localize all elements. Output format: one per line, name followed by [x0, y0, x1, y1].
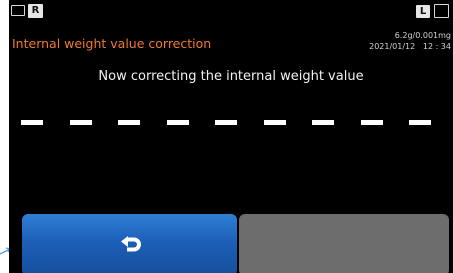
status-message: Now correcting the internal weight value: [98, 69, 364, 84]
return-arrow-icon: [121, 236, 141, 252]
value-dash: [118, 120, 140, 125]
value-dash: [312, 120, 334, 125]
disabled-button: [239, 214, 449, 273]
value-dash: [21, 120, 43, 125]
weight-value-placeholder: [21, 120, 431, 126]
capacity-readability: 6.2g/0.001mg: [394, 31, 451, 40]
r-status-badge: R: [28, 4, 43, 18]
header: R L Internal weight value correction 6.2…: [9, 0, 453, 58]
screen-icon-right: [434, 4, 449, 18]
value-dash: [360, 120, 383, 125]
page-title: Internal weight value correction: [12, 36, 212, 51]
back-button[interactable]: [22, 214, 237, 273]
screen-icon: [11, 5, 25, 16]
balance-display: R L Internal weight value correction 6.2…: [9, 0, 453, 273]
value-dash: [69, 120, 92, 125]
l-status-badge: L: [416, 5, 430, 18]
date-time: 2021/01/12 12 : 34: [369, 42, 451, 51]
value-dash: [263, 120, 286, 125]
value-dash: [409, 120, 431, 125]
value-dash: [215, 120, 237, 125]
value-dash: [166, 120, 189, 125]
